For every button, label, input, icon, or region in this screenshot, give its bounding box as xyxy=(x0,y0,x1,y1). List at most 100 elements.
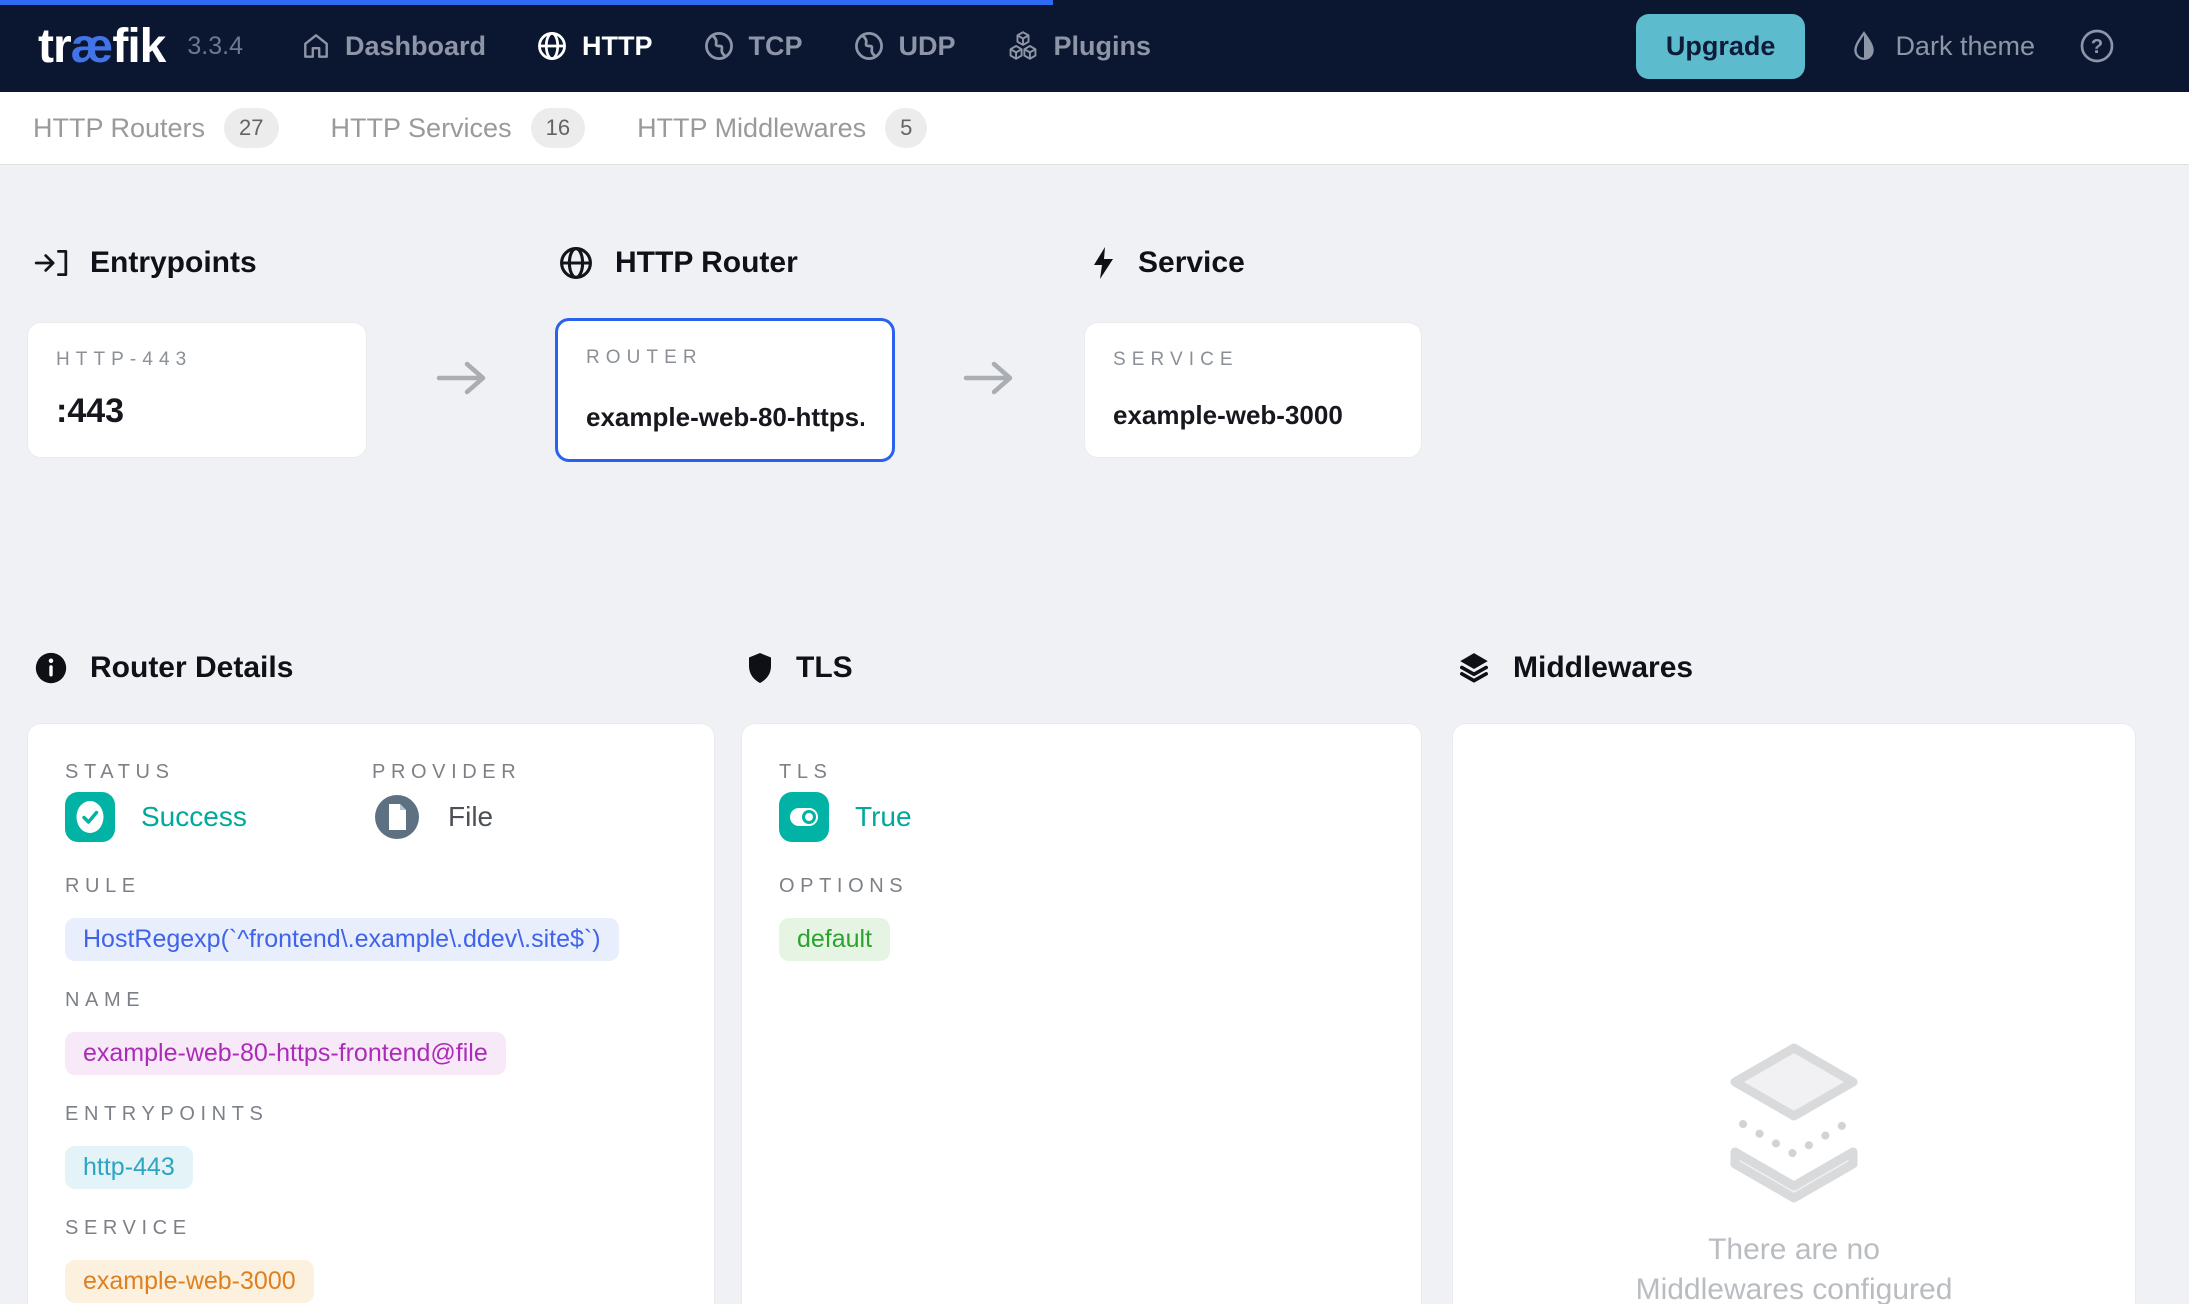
top-bar-right: Upgrade Dark theme ? xyxy=(1636,14,2115,79)
middlewares-empty-message: There are no Middlewares configured xyxy=(1453,1230,2135,1304)
service-bolt-icon xyxy=(1089,245,1117,281)
page-load-progress-bar xyxy=(0,0,1053,5)
status-provider-row: STATUS Success PROVIDER xyxy=(65,761,677,842)
content-area: Entrypoints HTTP Router Service HTTP-443… xyxy=(0,165,2189,1304)
shield-icon xyxy=(745,650,775,686)
router-card-label: ROUTER xyxy=(586,347,864,369)
layers-icon xyxy=(1456,651,1492,685)
tls-block: TLS True xyxy=(779,761,912,842)
service-label: SERVICE xyxy=(65,1217,677,1240)
rule-field: RULE HostRegexp(`^frontend\.example\.dde… xyxy=(65,875,677,961)
http-router-section-header: HTTP Router xyxy=(558,242,798,284)
logo-text: tr xyxy=(38,20,71,73)
help-button[interactable]: ? xyxy=(2079,28,2115,64)
globe-icon xyxy=(536,30,568,62)
entrypoints-section-header: Entrypoints xyxy=(33,242,257,284)
nav-label: HTTP xyxy=(582,31,653,62)
provider-label: PROVIDER xyxy=(372,761,521,784)
status-block: STATUS Success xyxy=(65,761,372,842)
tls-true-toggle-icon xyxy=(779,792,829,842)
flow-arrow-icon xyxy=(963,358,1019,398)
router-globe-icon xyxy=(558,245,594,281)
main-nav: Dashboard HTTP TCP xyxy=(301,29,1151,63)
empty-message-line2: Middlewares configured xyxy=(1453,1270,2135,1304)
name-label: NAME xyxy=(65,989,677,1012)
logo-ae: æ xyxy=(71,20,113,73)
nav-item-plugins[interactable]: Plugins xyxy=(1006,29,1152,63)
router-details-section-header: Router Details xyxy=(33,647,293,689)
status-label: STATUS xyxy=(65,761,372,784)
provider-file-icon xyxy=(372,792,422,842)
name-pill: example-web-80-https-frontend@file xyxy=(65,1032,506,1075)
section-title: Entrypoints xyxy=(90,246,257,280)
nav-label: Plugins xyxy=(1054,31,1152,62)
tab-count-badge: 5 xyxy=(885,108,927,148)
status-value: Success xyxy=(141,801,247,833)
provider-block: PROVIDER File xyxy=(372,761,521,842)
entrypoint-card-label: HTTP-443 xyxy=(56,349,338,371)
tab-http-middlewares[interactable]: HTTP Middlewares 5 xyxy=(637,108,927,148)
nav-label: Dashboard xyxy=(345,31,486,62)
nav-item-tcp[interactable]: TCP xyxy=(703,29,803,63)
top-bar: træfik 3.3.4 Dashboard HTTP xyxy=(0,0,2189,92)
nav-item-udp[interactable]: UDP xyxy=(853,29,956,63)
options-pill: default xyxy=(779,918,890,961)
nav-label: UDP xyxy=(899,31,956,62)
entrypoints-label: ENTRYPOINTS xyxy=(65,1103,677,1126)
service-card[interactable]: SERVICE example-web-3000 xyxy=(1084,322,1422,458)
section-title: HTTP Router xyxy=(615,246,798,280)
entrypoint-card-value: :443 xyxy=(56,392,338,431)
nav-label: TCP xyxy=(749,31,803,62)
entrypoint-card[interactable]: HTTP-443 :443 xyxy=(27,322,367,458)
tab-label: HTTP Routers xyxy=(33,113,205,144)
entrypoints-login-icon xyxy=(33,246,69,280)
nav-item-http[interactable]: HTTP xyxy=(536,29,653,63)
traefik-dashboard-page: træfik 3.3.4 Dashboard HTTP xyxy=(0,0,2189,1304)
info-icon xyxy=(33,650,69,686)
service-card-label: SERVICE xyxy=(1113,349,1393,371)
tab-count-badge: 27 xyxy=(224,108,278,148)
home-icon xyxy=(301,31,331,61)
rule-pill: HostRegexp(`^frontend\.example\.ddev\.si… xyxy=(65,918,619,961)
tab-label: HTTP Services xyxy=(331,113,512,144)
tab-http-services[interactable]: HTTP Services 16 xyxy=(331,108,586,148)
plugins-icon xyxy=(1006,29,1040,63)
tab-count-badge: 16 xyxy=(531,108,585,148)
tls-label: TLS xyxy=(779,761,912,784)
traefik-logo[interactable]: træfik xyxy=(38,19,165,74)
contrast-drop-icon xyxy=(1849,30,1879,62)
router-card-selected[interactable]: ROUTER example-web-80-https... xyxy=(555,318,895,462)
options-label: OPTIONS xyxy=(779,875,1384,898)
tls-section-header: TLS xyxy=(745,647,853,689)
provider-value: File xyxy=(448,801,493,833)
nav-item-dashboard[interactable]: Dashboard xyxy=(301,29,486,63)
theme-label: Dark theme xyxy=(1895,31,2035,62)
service-field: SERVICE example-web-3000 xyxy=(65,1217,677,1303)
tls-value: True xyxy=(855,801,912,833)
section-title: Router Details xyxy=(90,651,293,685)
flow-arrow-icon xyxy=(436,358,492,398)
middlewares-card: There are no Middlewares configured xyxy=(1452,723,2136,1304)
tab-http-routers[interactable]: HTTP Routers 27 xyxy=(33,108,279,148)
name-field: NAME example-web-80-https-frontend@file xyxy=(65,989,677,1075)
rule-label: RULE xyxy=(65,875,677,898)
service-card-value: example-web-3000 xyxy=(1113,400,1393,431)
options-field: OPTIONS default xyxy=(779,875,1384,961)
empty-message-line1: There are no xyxy=(1453,1230,2135,1270)
sub-nav: HTTP Routers 27 HTTP Services 16 HTTP Mi… xyxy=(0,92,2189,165)
help-icon: ? xyxy=(2079,28,2115,64)
upgrade-button[interactable]: Upgrade xyxy=(1636,14,1806,79)
router-details-card: STATUS Success PROVIDER xyxy=(27,723,715,1304)
entrypoints-field: ENTRYPOINTS http-443 xyxy=(65,1103,677,1189)
tls-status-row: TLS True xyxy=(779,761,1384,842)
theme-toggle[interactable]: Dark theme xyxy=(1849,30,2035,62)
service-pill: example-web-3000 xyxy=(65,1260,314,1303)
udp-icon xyxy=(853,30,885,62)
status-success-check-icon xyxy=(65,792,115,842)
tls-card: TLS True OPTIONS default xyxy=(741,723,1422,1304)
middlewares-empty-layers-graphic xyxy=(1719,1042,1869,1217)
tab-label: HTTP Middlewares xyxy=(637,113,866,144)
version-label: 3.3.4 xyxy=(187,32,243,61)
router-card-value: example-web-80-https... xyxy=(586,402,864,433)
middlewares-section-header: Middlewares xyxy=(1456,647,1693,689)
